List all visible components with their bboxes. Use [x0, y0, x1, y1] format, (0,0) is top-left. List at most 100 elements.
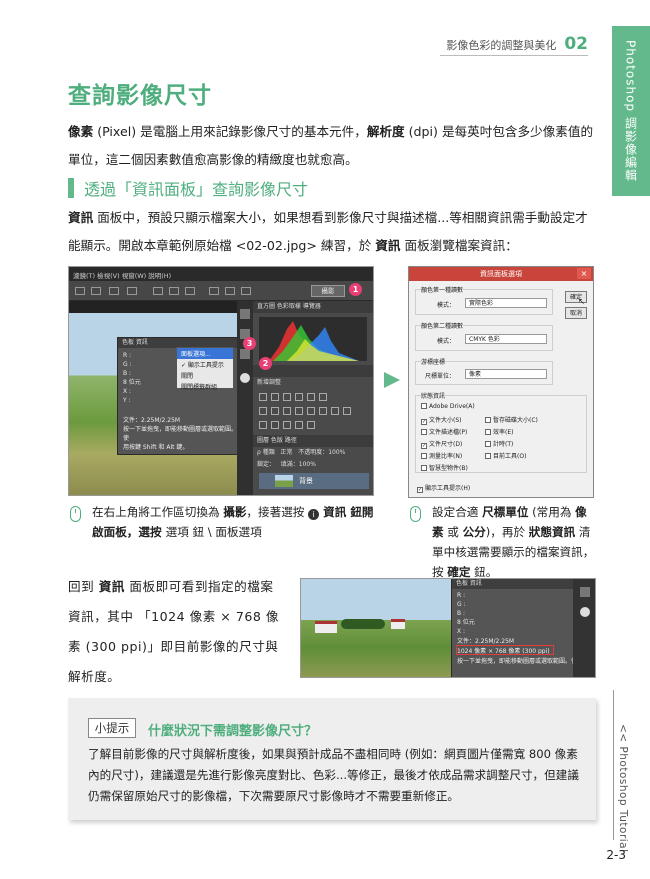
ps-menubar: 濾鏡(T) 檢視(V) 視窗(W) 說明(H)	[69, 267, 373, 281]
section-heading: 透過「資訊面板」查詢影像尺寸	[68, 176, 308, 200]
align-icon	[169, 287, 179, 295]
panel-icon-strip	[573, 579, 595, 677]
tool-icon	[109, 287, 119, 295]
brush-icon[interactable]	[240, 349, 250, 359]
step-badge-3: 3	[243, 337, 256, 350]
menu-item-panel-options[interactable]: 面板選項...	[177, 348, 233, 359]
adjust-icons-row1	[259, 393, 327, 403]
panel-icon-strip	[237, 301, 253, 495]
checkbox-smart-objects[interactable]: 智慧型物件(B)	[421, 463, 468, 472]
trees-shape	[341, 619, 385, 629]
caption-step-1: 在右上角將工作區切換為 攝影，接著選按 i 資訊 鈕開啟面板，選按 選項 鈕 \…	[92, 505, 374, 539]
tip-box: 小提示 什麼狀況下需調整影像尺寸？ 了解目前影像的尺寸與解析度後，如果與預計成品…	[68, 698, 596, 820]
adjust-icons-row3	[259, 421, 315, 431]
checkbox-document-size[interactable]: 文件大小(S)	[421, 415, 462, 425]
second-readout-label: 顏色第二種讀數	[421, 321, 464, 330]
home-icon	[75, 287, 85, 295]
layers-tabs[interactable]: 圖層 色版 路徑	[253, 435, 373, 447]
checkbox-timing[interactable]: 計時(T)	[485, 439, 513, 448]
histogram-icon[interactable]	[240, 309, 250, 319]
house-shape	[315, 621, 337, 633]
checkbox-adobe-drive[interactable]: Adobe Drive(A)	[421, 403, 475, 410]
chapter-number: 02	[564, 34, 588, 54]
distribute-icon	[241, 287, 251, 295]
tip-body: 了解目前影像的尺寸與解析度後，如果與預計成品不盡相同時 (例如：網頁圖片僅需寬 …	[88, 747, 579, 803]
step-badge-1: 1	[349, 283, 362, 296]
close-icon[interactable]: ×	[577, 268, 591, 279]
menu-item-show-tooltips[interactable]: ✓ 顯示工具提示	[177, 359, 233, 370]
header-rule	[440, 55, 588, 56]
dialog-titlebar: 資訊面板選項 ×	[409, 267, 593, 281]
side-tab-label: Photoshop 調影像編輯	[623, 40, 638, 182]
cursor-coords-label: 游標座標	[421, 357, 446, 366]
histogram-graph	[269, 321, 359, 361]
info-icon[interactable]	[240, 373, 250, 383]
first-readout-label: 顏色第一種讀數	[421, 285, 464, 294]
right-panels: 直方圖 色彩取樣 導覽器 新增調整 圖層 色版 路徑 ρ 種類 正常 不透明度：…	[253, 301, 373, 495]
checkbox-efficiency[interactable]: 效率(E)	[485, 427, 513, 436]
second-mode-label: 模式：	[437, 338, 456, 345]
menu-item-close-group[interactable]: 關閉標籤群組	[177, 381, 233, 392]
layers-lock: 鎖定： 填滿：100%	[253, 459, 373, 471]
layer-name: 背景	[299, 477, 313, 485]
checkbox-measurement-scale[interactable]: 測量比率(N)	[421, 451, 462, 460]
info-options-dialog: 資訊面板選項 × 顏色第一種讀數 模式： 實際色彩 顏色第二種讀數 模式： CM…	[408, 266, 594, 498]
checkbox-scratch-size[interactable]: 暫存磁碟大小(C)	[485, 415, 538, 424]
second-mode-select[interactable]: CMYK 色彩	[465, 334, 547, 344]
info-result-screenshot: 色板 資訊 R : G : B : 8 位元 X : 文件：2.25M/2.25…	[300, 578, 596, 678]
cancel-button[interactable]: 取消	[565, 307, 587, 319]
mouse-icon	[70, 506, 81, 522]
side-chapter-tab: Photoshop 調影像編輯	[612, 26, 650, 196]
checkbox-document-profile[interactable]: 文件描述檔(P)	[421, 427, 467, 436]
adjustments-tabs[interactable]	[253, 365, 373, 377]
checkbox-show-tooltips[interactable]: 顯示工具提示(H)	[417, 483, 470, 493]
tool-icon	[127, 287, 137, 295]
info-status: 文件：2.25M/2.25M 按一下並拖曳，即能移動圖層或選取範圍。使 用按鍵 …	[123, 417, 238, 451]
adjust-icons-row2	[259, 407, 351, 417]
document-tab-bar	[69, 301, 237, 313]
house-shape	[391, 619, 405, 629]
histogram-tabs[interactable]: 直方圖 色彩取樣 導覽器	[253, 301, 373, 313]
info-readout: R : G : B : 8 位元 X :	[457, 592, 475, 635]
menu-item-close[interactable]: 關閉	[177, 370, 233, 381]
chapter-title: 影像色彩的調整與美化	[446, 39, 557, 52]
histogram-icon[interactable]	[580, 587, 590, 597]
layers-options: ρ 種類 正常 不透明度：100%	[253, 447, 373, 459]
adjust-label: 新增調整	[253, 377, 373, 389]
side-tutorial-label: << Photoshop Tutorial	[617, 724, 629, 853]
tip-tag: 小提示	[88, 718, 136, 738]
result-paragraph: 回到 資訊 面板即可看到指定的檔案資訊，其中 「1024 像素 × 768 像素…	[68, 579, 279, 684]
running-header: 影像色彩的調整與美化 02	[446, 34, 588, 54]
section-title: 透過「資訊面板」查詢影像尺寸	[84, 180, 309, 199]
highlight-box	[456, 645, 554, 655]
checkbox-current-tool[interactable]: 目前工具(O)	[485, 451, 526, 460]
tip-title: 什麼狀況下需調整影像尺寸？	[148, 724, 318, 739]
ruler-units-select[interactable]: 像素	[465, 369, 547, 379]
tool-icon	[91, 287, 101, 295]
section-bar	[68, 178, 74, 198]
layer-row[interactable]: 背景	[259, 473, 369, 489]
page-number: 2-3	[606, 848, 626, 862]
checkbox-document-dimensions[interactable]: 文件尺寸(D)	[421, 439, 462, 449]
ruler-units-label: 尺標單位：	[425, 373, 456, 380]
distribute-icon	[225, 287, 235, 295]
align-icon	[153, 287, 163, 295]
layer-thumbnail	[275, 475, 293, 487]
mouse-icon	[410, 506, 421, 522]
info-icon: i	[308, 509, 320, 520]
distribute-icon	[209, 287, 219, 295]
status-info-label: 狀態資訊	[421, 391, 446, 400]
workspace-button[interactable]: 攝影	[311, 285, 345, 297]
info-panel-tabs[interactable]: 色板 資訊	[452, 579, 573, 589]
align-icon	[185, 287, 195, 295]
page-title: 查詢影像尺寸	[68, 83, 212, 109]
info-panel: 色板 資訊 R : G : B : 8 位元 X : 文件：2.25M/2.25…	[451, 579, 577, 677]
histogram	[259, 317, 367, 361]
section-paragraph: 資訊 面板中，預設只顯示檔案大小，如果想看到影像尺寸與描述檔...等相關資訊需手…	[68, 210, 588, 253]
first-mode-select[interactable]: 實際色彩	[465, 298, 547, 308]
ps-options-bar: 攝影	[69, 281, 373, 301]
info-icon[interactable]	[580, 607, 590, 617]
intro-paragraph: 像素 (Pixel) 是電腦上用來記錄影像尺寸的基本元件，解析度 (dpi) 是…	[68, 124, 594, 167]
step-badge-2: 2	[259, 357, 272, 370]
side-rule	[613, 690, 614, 840]
